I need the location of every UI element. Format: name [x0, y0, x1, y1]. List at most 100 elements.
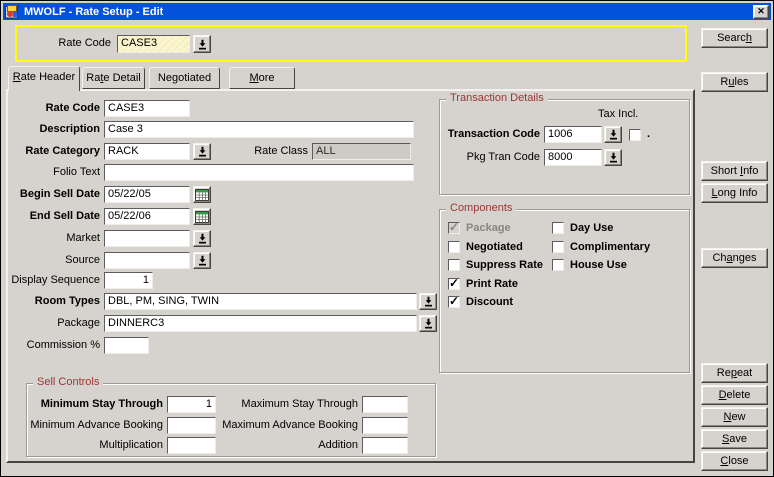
multiplication-label: Multiplication: [27, 437, 163, 454]
maximum-stay-through-field[interactable]: [362, 396, 408, 413]
save-button[interactable]: Save: [701, 429, 768, 449]
package-field[interactable]: DINNERC3: [104, 315, 417, 332]
components-group: Components Package Negotiated Suppress R…: [439, 209, 690, 373]
maximum-stay-through-label: Maximum Stay Through: [177, 396, 358, 413]
rate-header-tab-panel: Rate Code CASE3 Description Case 3 Rate …: [6, 89, 695, 463]
lov-dropdown-icon: [423, 296, 434, 307]
folio-text-label: Folio Text: [8, 164, 100, 181]
long-info-button[interactable]: Long Info: [701, 183, 768, 203]
rate-category-label: Rate Category: [8, 143, 100, 160]
checkbox-box[interactable]: [552, 259, 564, 271]
display-sequence-field[interactable]: 1: [104, 272, 153, 289]
maximum-advance-booking-field[interactable]: [362, 417, 408, 434]
rules-button[interactable]: Rules: [701, 72, 768, 92]
complimentary-checkbox[interactable]: Complimentary: [552, 240, 650, 254]
calendar-icon: [195, 189, 209, 201]
checkbox-box[interactable]: [448, 259, 460, 271]
tab-negotiated[interactable]: Negotiated: [149, 67, 220, 89]
pkg-tran-code-lov-button[interactable]: [604, 149, 622, 166]
tax-incl-checkbox[interactable]: [629, 128, 641, 142]
short-info-button[interactable]: Short Info: [701, 161, 768, 181]
checkbox-box[interactable]: [552, 222, 564, 234]
tab-rate-header[interactable]: Rate Header: [8, 66, 80, 91]
source-field[interactable]: [104, 252, 190, 269]
room-types-label: Room Types: [8, 293, 100, 310]
tab-more[interactable]: More: [229, 67, 295, 89]
package-label: Package: [8, 315, 100, 332]
lov-dropdown-icon: [423, 318, 434, 329]
close-icon[interactable]: ✕: [753, 5, 769, 19]
begin-sell-date-field[interactable]: 05/22/05: [104, 186, 190, 203]
maximum-advance-booking-label: Maximum Advance Booking: [177, 417, 358, 434]
lov-dropdown-icon: [197, 39, 208, 50]
minimum-advance-booking-label: Minimum Advance Booking: [27, 417, 163, 434]
display-sequence-label: Display Sequence: [8, 272, 100, 289]
package-checkbox: Package: [448, 221, 511, 235]
addition-field[interactable]: [362, 437, 408, 454]
changes-button[interactable]: Changes: [701, 248, 768, 268]
discount-checkbox[interactable]: Discount: [448, 295, 513, 309]
query-rate-code-lov-button[interactable]: [193, 35, 211, 53]
titlebar: MWOLF - Rate Setup - Edit ✕: [3, 3, 771, 20]
rate-category-field[interactable]: RACK: [104, 143, 190, 160]
components-title: Components: [446, 202, 516, 214]
end-sell-date-field[interactable]: 05/22/06: [104, 208, 190, 225]
repeat-button[interactable]: Repeat: [701, 363, 768, 383]
query-rate-code-field[interactable]: CASE3: [117, 35, 190, 53]
rate-class-field: ALL: [312, 143, 411, 160]
pkg-tran-code-field[interactable]: 8000: [544, 149, 602, 166]
transaction-code-field[interactable]: 1006: [544, 126, 602, 143]
room-types-field[interactable]: DBL, PM, SING, TWIN: [104, 293, 417, 310]
begin-sell-date-calendar-button[interactable]: [193, 186, 211, 203]
calendar-icon: [195, 211, 209, 223]
commission-label: Commission %: [8, 337, 100, 354]
print-rate-checkbox[interactable]: Print Rate: [448, 277, 518, 291]
package-lov-button[interactable]: [419, 315, 437, 332]
market-label: Market: [8, 230, 100, 247]
tab-rate-detail[interactable]: Rate Detail: [82, 67, 145, 89]
day-use-checkbox[interactable]: Day Use: [552, 221, 613, 235]
addition-label: Addition: [177, 437, 358, 454]
rate-code-field[interactable]: CASE3: [104, 100, 190, 117]
transaction-details-title: Transaction Details: [446, 92, 548, 104]
sell-controls-title: Sell Controls: [33, 376, 103, 388]
market-field[interactable]: [104, 230, 190, 247]
commission-field[interactable]: [104, 337, 149, 354]
begin-sell-date-label: Begin Sell Date: [8, 186, 100, 203]
close-button[interactable]: Close: [701, 451, 768, 471]
end-sell-date-calendar-button[interactable]: [193, 208, 211, 225]
description-field[interactable]: Case 3: [104, 121, 414, 138]
negotiated-checkbox[interactable]: Negotiated: [448, 240, 523, 254]
suppress-rate-checkbox[interactable]: Suppress Rate: [448, 258, 543, 272]
checkbox-box[interactable]: [448, 296, 460, 308]
delete-button[interactable]: Delete: [701, 385, 768, 405]
pkg-tran-code-label: Pkg Tran Code: [440, 149, 540, 166]
end-sell-date-label: End Sell Date: [8, 208, 100, 225]
transaction-details-group: Transaction Details Tax Incl. Transactio…: [439, 99, 690, 195]
transaction-code-lov-button[interactable]: [604, 126, 622, 143]
rate-code-query-panel: Rate Code CASE3: [15, 25, 687, 62]
lov-dropdown-icon: [197, 255, 208, 266]
house-use-checkbox[interactable]: House Use: [552, 258, 627, 272]
transaction-code-label: Transaction Code: [440, 126, 540, 143]
lov-dropdown-icon: [608, 129, 619, 140]
rate-setup-window: MWOLF - Rate Setup - Edit ✕ Rate Code CA…: [0, 0, 774, 477]
checkbox-box: [448, 222, 460, 234]
checkbox-box[interactable]: [448, 278, 460, 290]
checkbox-box[interactable]: [552, 241, 564, 253]
lov-dropdown-icon: [608, 152, 619, 163]
rate-code-label: Rate Code: [8, 100, 100, 117]
minimum-stay-through-label: Minimum Stay Through: [27, 396, 163, 413]
checkbox-box[interactable]: [448, 241, 460, 253]
market-lov-button[interactable]: [193, 230, 211, 247]
folio-text-field[interactable]: [104, 164, 414, 181]
new-button[interactable]: New: [701, 407, 768, 427]
lov-dropdown-icon: [197, 233, 208, 244]
checkbox-box[interactable]: [629, 129, 641, 141]
description-label: Description: [8, 121, 100, 138]
source-lov-button[interactable]: [193, 252, 211, 269]
window-title: MWOLF - Rate Setup - Edit: [24, 6, 753, 18]
source-label: Source: [8, 252, 100, 269]
search-button[interactable]: Search: [701, 28, 768, 48]
room-types-lov-button[interactable]: [419, 293, 437, 310]
